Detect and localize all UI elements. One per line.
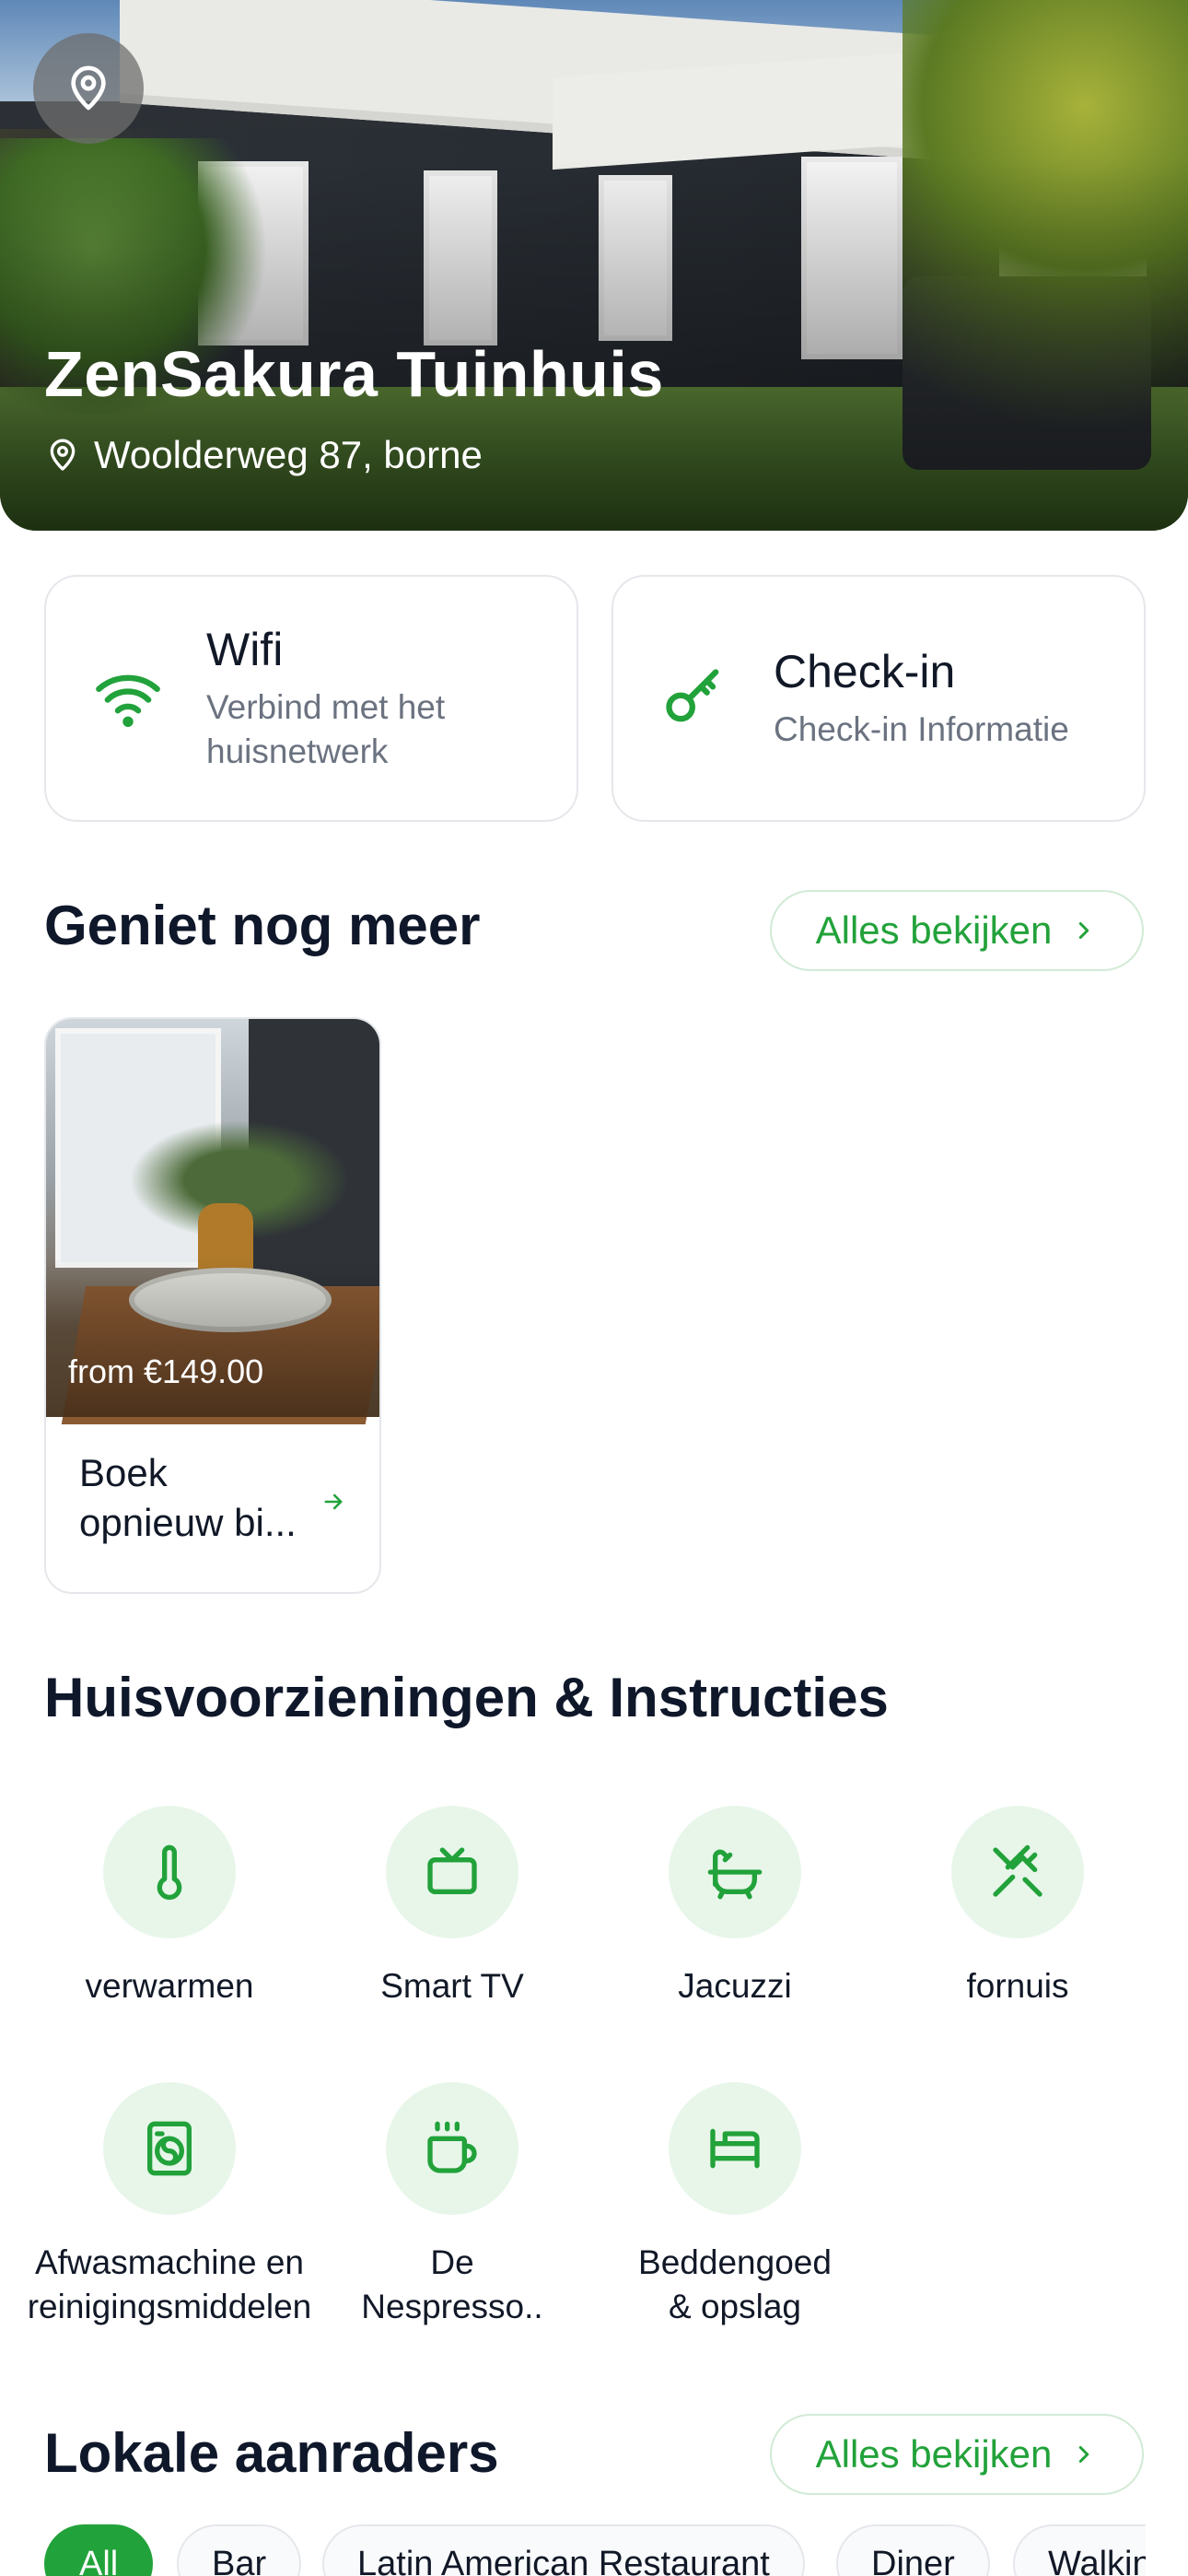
amenity-item[interactable]: fornuis [870, 1806, 1165, 2008]
amenity-label: Beddengoed & opslag [638, 2243, 832, 2325]
checkin-card[interactable]: Check-in Check-in Informatie [611, 575, 1146, 822]
tv-icon [427, 1847, 477, 1894]
amenity-label: verwarmen [85, 1967, 254, 2005]
category-chips: All Bar Latin American Restaurant Diner … [0, 2340, 1146, 2576]
amenity-label: Smart TV [380, 1967, 524, 2005]
offer-price: from €149.00 [68, 1352, 264, 1390]
bathtub-icon [707, 1849, 763, 1900]
amenity-item[interactable]: Smart TV [305, 1806, 600, 2008]
view-all-label: Alles bekijken [815, 908, 1053, 952]
wifi-card-title: Wifi [206, 624, 284, 675]
bed-icon [710, 2128, 760, 2169]
map-pin-icon [71, 65, 106, 111]
amenity-label: Afwasmachine en reinigingsmiddelen [27, 2243, 312, 2325]
amenity-label: fornuis [966, 1967, 1069, 2005]
wifi-card-subtitle: Verbind met het huisnetwerk [206, 688, 446, 770]
coffee-cup-icon [427, 2121, 477, 2173]
key-icon [654, 663, 737, 733]
view-all-enjoy-button[interactable]: Alles bekijken [770, 890, 1144, 971]
washing-machine-icon [147, 2121, 192, 2176]
amenity-item[interactable]: De Nespresso.. [305, 2082, 600, 2329]
amenity-label: Jacuzzi [678, 1967, 792, 2005]
wifi-icon [87, 663, 169, 733]
amenity-item[interactable]: verwarmen [22, 1806, 317, 2008]
section-title-enjoy: Geniet nog meer [44, 895, 481, 956]
chevron-right-icon [1079, 922, 1089, 939]
chip-all[interactable]: All [44, 2524, 154, 2576]
amenity-item[interactable]: Jacuzzi [588, 1806, 882, 2008]
chip-walkin[interactable]: Walkin [1013, 2524, 1146, 2576]
section-title-amenities: Huisvoorzieningen & Instructies [44, 1667, 889, 1728]
location-button[interactable] [33, 33, 144, 144]
property-address: Woolderweg 87, borne [44, 433, 483, 477]
wifi-card[interactable]: Wifi Verbind met het huisnetwerk [44, 575, 578, 822]
utensils-icon [993, 1844, 1042, 1897]
offer-label: Boek opnieuw bi... [79, 1451, 297, 1544]
amenity-item[interactable]: Beddengoed & opslag [588, 2082, 882, 2329]
amenity-item[interactable]: Afwasmachine en reinigingsmiddelen [22, 2082, 317, 2329]
arrow-right-icon [324, 1493, 343, 1510]
thermometer-icon [157, 1844, 182, 1900]
chip-diner[interactable]: Diner [836, 2524, 990, 2576]
chip-latin-american-restaurant[interactable]: Latin American Restaurant [322, 2524, 805, 2576]
checkin-card-subtitle: Check-in Informatie [774, 710, 1069, 748]
address-text: Woolderweg 87, borne [94, 433, 483, 476]
checkin-card-title: Check-in [774, 646, 956, 697]
chip-bar[interactable]: Bar [177, 2524, 302, 2576]
property-title: ZenSakura Tuinhuis [44, 338, 664, 410]
amenity-label: De Nespresso.. [361, 2243, 543, 2325]
hero-image: ZenSakura Tuinhuis Woolderweg 87, borne [0, 0, 1188, 531]
map-pin-icon [50, 439, 76, 471]
